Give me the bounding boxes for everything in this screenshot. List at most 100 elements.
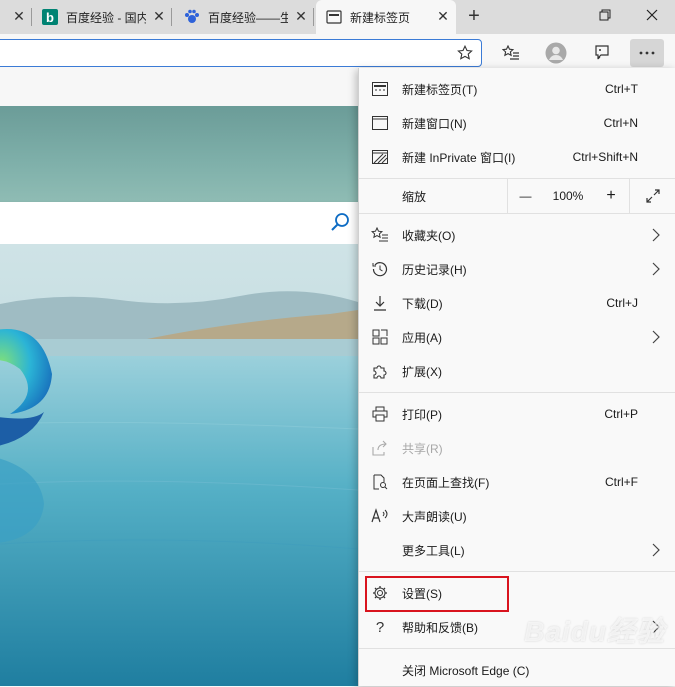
read-aloud-icon: [371, 508, 389, 524]
favorites-list-button[interactable]: [496, 39, 526, 67]
menu-divider: [359, 571, 675, 572]
new-window-icon: [371, 115, 389, 131]
background-sky: [0, 106, 358, 202]
menu-item-print[interactable]: 打印(P) Ctrl+P: [359, 397, 675, 431]
menu-label: 扩展(X): [402, 364, 442, 379]
menu-item-share: 共享(R): [359, 431, 675, 465]
menu-shortcut: Ctrl+T: [605, 82, 638, 96]
menu-shortcut: Ctrl+Shift+N: [572, 150, 638, 164]
close-icon[interactable]: ✕: [152, 9, 166, 23]
settings-highlight-box: [365, 576, 509, 612]
close-window-button[interactable]: [629, 0, 675, 30]
new-tab-icon: [371, 81, 389, 97]
tab-new-tab-page[interactable]: 新建标签页 ✕: [316, 0, 456, 34]
newtab-page-icon: [326, 9, 342, 25]
baidu-paw-icon: [184, 9, 200, 25]
chevron-right-icon: [652, 262, 660, 279]
menu-item-new-inprivate-window[interactable]: 新建 InPrivate 窗口(I) Ctrl+Shift+N: [359, 140, 675, 174]
menu-label: 收藏夹(O): [402, 228, 456, 243]
search-icon[interactable]: [330, 212, 350, 235]
address-bar[interactable]: [0, 39, 482, 67]
feedback-icon: [595, 45, 609, 60]
history-icon: [371, 261, 389, 277]
background-lake-image: [0, 244, 358, 686]
zoom-level: 100%: [552, 189, 584, 203]
menu-item-favorites[interactable]: 收藏夹(O): [359, 218, 675, 252]
menu-label: 应用(A): [402, 330, 442, 345]
tab-baidu-jingyan-2[interactable]: 百度经验——生活 ✕: [174, 0, 314, 34]
menu-divider: [359, 213, 675, 214]
fullscreen-button[interactable]: [629, 179, 675, 213]
menu-label: 新建 InPrivate 窗口(I): [402, 150, 516, 165]
menu-label: 大声朗读(U): [402, 509, 467, 524]
tab-strip: ✕ b 百度经验 - 国内 ✕ 百度经验——生活 ✕ 新建标签页 ✕ +: [0, 0, 675, 34]
tab-title: 百度经验 - 国内: [66, 10, 146, 25]
menu-item-read-aloud[interactable]: 大声朗读(U): [359, 499, 675, 533]
profile-button[interactable]: [541, 39, 571, 67]
restore-icon: [599, 9, 611, 21]
chevron-right-icon: [652, 543, 660, 560]
menu-item-apps[interactable]: 应用(A): [359, 320, 675, 354]
star-outline-icon[interactable]: [457, 44, 473, 64]
menu-label: 在页面上查找(F): [402, 475, 490, 490]
close-icon: [646, 9, 658, 21]
menu-item-close-edge[interactable]: 关闭 Microsoft Edge (C): [359, 653, 675, 687]
extensions-icon: [371, 363, 389, 379]
menu-label: 缩放: [402, 189, 427, 204]
favorites-bar: [0, 72, 358, 107]
menu-label: 帮助和反馈(B): [402, 620, 478, 635]
menu-item-find-on-page[interactable]: 在页面上查找(F) Ctrl+F: [359, 465, 675, 499]
print-icon: [371, 406, 389, 422]
menu-label: 新建标签页(T): [402, 82, 478, 97]
menu-item-new-tab[interactable]: 新建标签页(T) Ctrl+T: [359, 72, 675, 106]
menu-label: 打印(P): [402, 407, 442, 422]
menu-label: 历史记录(H): [402, 262, 467, 277]
menu-item-more-tools[interactable]: 更多工具(L): [359, 533, 675, 567]
download-icon: [371, 295, 389, 311]
web-search-box[interactable]: [0, 202, 358, 244]
favorites-list-icon: [502, 45, 519, 60]
menu-label: 关闭 Microsoft Edge (C): [402, 663, 530, 678]
zoom-out-button[interactable]: —: [507, 179, 543, 213]
help-icon: ?: [375, 618, 385, 636]
tab-title: 百度经验——生活: [208, 10, 288, 25]
tab-partial[interactable]: ✕: [0, 0, 32, 34]
menu-label: 下载(D): [402, 296, 443, 311]
chevron-right-icon: [652, 228, 660, 245]
menu-shortcut: Ctrl+P: [604, 407, 638, 421]
new-tab-button[interactable]: +: [462, 5, 486, 29]
share-icon: [371, 440, 389, 456]
avatar: [545, 42, 567, 64]
more-icon: [639, 51, 655, 55]
inprivate-icon: [371, 149, 389, 165]
close-icon[interactable]: ✕: [294, 9, 308, 23]
svg-text:b: b: [46, 10, 54, 25]
fullscreen-icon: [646, 189, 660, 203]
zoom-in-button[interactable]: +: [593, 179, 629, 213]
new-tab-page-content: [0, 106, 358, 686]
menu-item-downloads[interactable]: 下载(D) Ctrl+J: [359, 286, 675, 320]
menu-label: 共享(R): [402, 441, 443, 456]
close-icon[interactable]: ✕: [12, 9, 26, 23]
zoom-control: — 100% +: [507, 179, 675, 213]
menu-label: 更多工具(L): [402, 543, 465, 558]
chevron-right-icon: [652, 330, 660, 347]
feedback-button[interactable]: [587, 39, 617, 67]
menu-item-new-window[interactable]: 新建窗口(N) Ctrl+N: [359, 106, 675, 140]
restore-button[interactable]: [582, 0, 628, 30]
close-icon[interactable]: ✕: [436, 9, 450, 23]
menu-divider: [359, 392, 675, 393]
baidu-watermark: Baidu经验: [524, 616, 665, 647]
bing-icon: b: [42, 9, 58, 25]
settings-and-more-button[interactable]: [630, 39, 664, 67]
menu-item-history[interactable]: 历史记录(H): [359, 252, 675, 286]
menu-label: 新建窗口(N): [402, 116, 467, 131]
find-icon: [371, 474, 389, 490]
menu-shortcut: Ctrl+J: [606, 296, 638, 310]
menu-item-zoom: 缩放 — 100% +: [359, 179, 675, 213]
tab-title: 新建标签页: [350, 10, 411, 25]
menu-item-extensions[interactable]: 扩展(X): [359, 354, 675, 388]
menu-shortcut: Ctrl+F: [605, 475, 638, 489]
tab-baidu-jingyan-1[interactable]: b 百度经验 - 国内 ✕: [32, 0, 172, 34]
favorites-icon: [371, 227, 389, 243]
